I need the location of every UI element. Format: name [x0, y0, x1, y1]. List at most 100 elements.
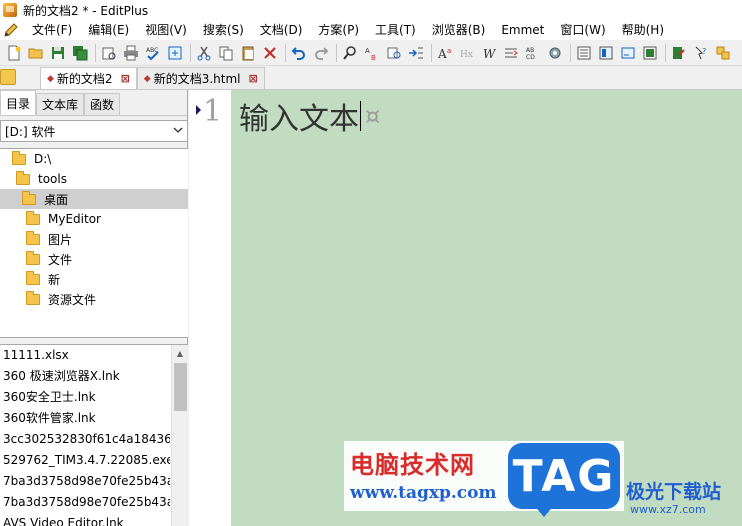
scroll-up-icon[interactable]: ▲: [172, 345, 188, 361]
menu-project[interactable]: 方案(P): [310, 20, 367, 40]
folder-icon: [26, 250, 40, 265]
tree-item-resources[interactable]: 资源文件: [0, 289, 188, 309]
browser-preview-icon[interactable]: [165, 43, 185, 63]
folder-icon: [16, 170, 30, 185]
toolbar-separator: [336, 43, 337, 62]
scrollbar-thumb[interactable]: [174, 363, 187, 411]
tag-badge-text: TAG: [512, 450, 616, 502]
document-tab-bar: ◆ 新的文档2 ⊠ ◆ 新的文档3.html ⊠: [0, 66, 742, 90]
copy-icon[interactable]: [216, 43, 236, 63]
svg-text:A: A: [437, 47, 447, 61]
output-window-icon[interactable]: [618, 43, 638, 63]
replace-icon[interactable]: AB: [362, 43, 382, 63]
save-all-icon[interactable]: [70, 43, 90, 63]
spell-check-icon[interactable]: ABC: [143, 43, 163, 63]
tab-close-icon[interactable]: ⊠: [249, 72, 258, 85]
full-screen-icon[interactable]: [640, 43, 660, 63]
redo-icon[interactable]: [311, 43, 331, 63]
find-in-files-icon[interactable]: [384, 43, 404, 63]
settings-gear-icon[interactable]: [545, 43, 565, 63]
user-tool-icon[interactable]: [669, 43, 689, 63]
help-icon[interactable]: ?: [691, 43, 711, 63]
tab-directory[interactable]: 目录: [0, 90, 37, 115]
list-item[interactable]: 7ba3d3758d98e70fe25b43a0: [0, 471, 170, 492]
menu-window[interactable]: 窗口(W): [552, 20, 613, 40]
menu-tools[interactable]: 工具(T): [367, 20, 424, 40]
print-preview-icon[interactable]: [99, 43, 119, 63]
tree-item-tools[interactable]: tools: [0, 169, 188, 189]
file-list: 11111.xlsx 360 极速浏览器X.lnk 360安全卫士.lnk 36…: [0, 344, 188, 526]
tag-badge-tail: [532, 503, 556, 517]
text-line[interactable]: 输入文本 ¤: [239, 94, 380, 138]
menu-document[interactable]: 文档(D): [252, 20, 311, 40]
watermark-logo: 电脑技术网 www.tagxp.com TAG 极光下载站 www.xz7.co…: [344, 441, 742, 526]
toolbar-separator: [285, 43, 286, 62]
svg-text:A: A: [365, 47, 370, 55]
save-icon[interactable]: [48, 43, 68, 63]
tree-item-desktop[interactable]: 桌面: [0, 189, 188, 209]
list-item[interactable]: AVS Video Editor.lnk: [0, 513, 170, 526]
menu-view[interactable]: 视图(V): [137, 20, 195, 40]
print-icon[interactable]: [121, 43, 141, 63]
modified-diamond-icon: ◆: [47, 73, 54, 84]
tab-close-icon[interactable]: ⊠: [121, 72, 130, 85]
folder-icon[interactable]: [0, 69, 16, 85]
list-item[interactable]: 3cc302532830f61c4a1843616: [0, 429, 170, 450]
menu-help[interactable]: 帮助(H): [614, 20, 672, 40]
menu-edit[interactable]: 编辑(E): [80, 20, 137, 40]
menu-emmet[interactable]: Emmet: [493, 20, 552, 40]
toolbar-separator: [95, 43, 96, 62]
goto-line-icon[interactable]: [406, 43, 426, 63]
menu-search[interactable]: 搜索(S): [195, 20, 252, 40]
menu-file[interactable]: 文件(F): [24, 20, 80, 40]
line-wrap-icon[interactable]: [501, 43, 521, 63]
menu-bar: 文件(F) 编辑(E) 视图(V) 搜索(S) 文档(D) 方案(P) 工具(T…: [0, 20, 742, 40]
directory-window-icon[interactable]: [596, 43, 616, 63]
tab-cliptext[interactable]: 文本库: [36, 93, 85, 115]
tag-badge-icon: TAG: [508, 443, 620, 509]
menu-browser[interactable]: 浏览器(B): [424, 20, 494, 40]
tree-item-pictures[interactable]: 图片: [0, 229, 188, 249]
current-line-marker-icon: [196, 105, 201, 115]
file-list-scrollbar[interactable]: ▲: [171, 345, 188, 526]
tab-new-doc-3-html[interactable]: ◆ 新的文档3.html ⊠: [136, 67, 265, 89]
list-item[interactable]: 360安全卫士.lnk: [0, 387, 170, 408]
line-text: 输入文本: [239, 102, 359, 137]
sync-icon[interactable]: [713, 43, 733, 63]
tab-functions[interactable]: 函数: [84, 93, 121, 115]
font-icon[interactable]: Aa: [435, 43, 455, 63]
tree-item-d-drive[interactable]: D:\: [0, 149, 188, 169]
tree-item-files[interactable]: 文件: [0, 249, 188, 269]
list-item[interactable]: 7ba3d3758d98e70fe25b43a0: [0, 492, 170, 513]
list-item[interactable]: 529762_TIM3.4.7.22085.exe: [0, 450, 170, 471]
folder-icon: [12, 150, 26, 165]
sort-icon[interactable]: AB CD: [523, 43, 543, 63]
tree-item-myeditor[interactable]: MyEditor: [0, 209, 188, 229]
list-item[interactable]: 11111.xlsx: [0, 345, 170, 366]
tree-item-new[interactable]: 新: [0, 269, 188, 289]
delete-icon[interactable]: [260, 43, 280, 63]
find-icon[interactable]: [340, 43, 360, 63]
folder-icon: [26, 210, 40, 225]
list-item[interactable]: 360 极速浏览器X.lnk: [0, 366, 170, 387]
modified-diamond-icon: ◆: [143, 73, 151, 84]
watermark-brand-name: 极光下载站: [626, 481, 722, 503]
watermark-site-title: 电脑技术网: [350, 451, 475, 479]
open-folder-icon[interactable]: [26, 43, 46, 63]
paste-icon[interactable]: [238, 43, 258, 63]
svg-text:CD: CD: [526, 54, 535, 61]
undo-icon[interactable]: [289, 43, 309, 63]
drive-select-value: [D:] 软件: [5, 124, 56, 139]
new-file-icon[interactable]: [4, 43, 24, 63]
heading-icon[interactable]: Hx: [457, 43, 477, 63]
tab-new-doc-2[interactable]: ◆ 新的文档2 ⊠: [40, 67, 137, 89]
folder-icon: [26, 290, 40, 305]
cliptext-window-icon[interactable]: [574, 43, 594, 63]
folder-icon: [26, 230, 40, 245]
tab-label: 新的文档3.html: [153, 72, 241, 86]
cut-icon[interactable]: [194, 43, 214, 63]
list-item[interactable]: 360软件管家.lnk: [0, 408, 170, 429]
word-wrap-icon[interactable]: W: [479, 43, 499, 63]
tab-label: 新的文档2: [56, 72, 113, 86]
drive-select[interactable]: [D:] 软件: [0, 120, 188, 142]
